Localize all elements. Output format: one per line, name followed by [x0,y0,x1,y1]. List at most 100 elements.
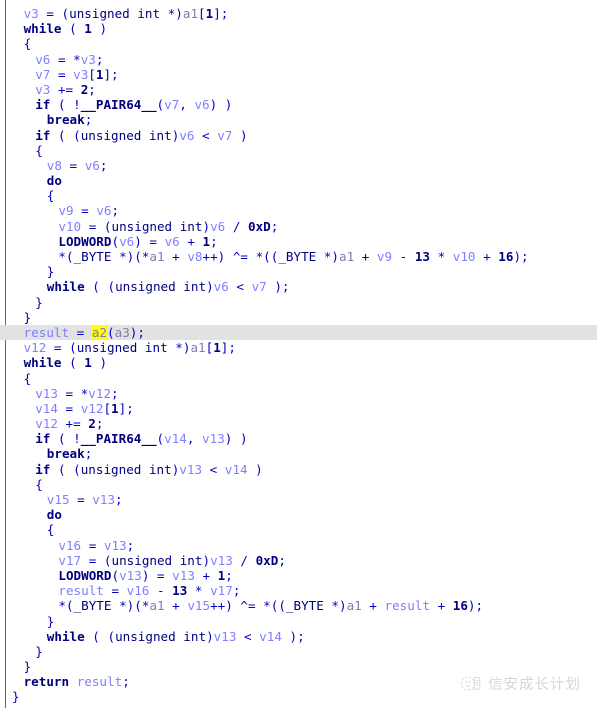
variable-token[interactable]: v13 [172,568,195,583]
type-token[interactable]: _BYTE [286,598,324,613]
code-line[interactable]: } [0,310,597,325]
code-line[interactable]: while ( 1 ) [0,21,597,36]
code-line[interactable]: v12 = (unsigned int *)a1[1]; [0,340,597,355]
variable-token[interactable]: v13 [202,431,225,446]
keyword-token[interactable]: return [24,674,70,689]
type-token[interactable]: unsigned int [115,629,206,644]
code-line[interactable]: v16 = v13; [0,538,597,553]
variable-token[interactable]: v13 [210,553,233,568]
variable-token[interactable]: v17 [210,583,233,598]
keyword-token[interactable]: break [47,112,85,127]
variable-token[interactable]: v15 [47,492,70,507]
code-line[interactable]: if ( !__PAIR64__(v14, v13) ) [0,431,597,446]
number-token[interactable]: 16 [453,598,468,613]
result-token[interactable]: result [77,674,123,689]
variable-token[interactable]: v6 [119,234,134,249]
number-token[interactable]: 0xD [256,553,279,568]
code-line[interactable]: { [0,143,597,158]
code-line[interactable]: while ( 1 ) [0,355,597,370]
variable-token[interactable]: v13 [104,538,127,553]
function-token[interactable]: LODWORD [58,234,111,249]
code-line[interactable]: do [0,173,597,188]
variable-token[interactable]: v12 [35,416,58,431]
variable-token[interactable]: v13 [179,462,202,477]
result-token[interactable]: result [58,583,104,598]
code-line[interactable]: if ( (unsigned int)v6 < v7 ) [0,128,597,143]
variable-token[interactable]: v16 [127,583,150,598]
number-token[interactable]: 0xD [248,219,271,234]
variable-token[interactable]: v13 [92,492,115,507]
variable-token[interactable]: v9 [58,203,73,218]
pseudocode-view[interactable]: v3 = (unsigned int *)a1[1]; while ( 1 ){v… [0,0,597,708]
argument-token[interactable]: a1 [190,340,205,355]
variable-token[interactable]: v6 [85,158,100,173]
code-line[interactable]: } [0,264,597,279]
code-line[interactable]: } [0,295,597,310]
function-token[interactable]: LODWORD [58,568,111,583]
code-line[interactable]: } [0,644,597,659]
code-line[interactable]: v7 = v3[1]; [0,67,597,82]
code-line[interactable]: if ( !__PAIR64__(v7, v6) ) [0,97,597,112]
variable-token[interactable]: v8 [187,249,202,264]
code-line[interactable]: v9 = v6; [0,203,597,218]
type-token[interactable]: unsigned int [81,462,172,477]
variable-token[interactable]: v6 [194,97,209,112]
number-token[interactable]: 13 [172,583,187,598]
code-line[interactable]: { [0,371,597,386]
keyword-token[interactable]: do [47,173,62,188]
code-line[interactable]: v12 += 2; [0,416,597,431]
variable-token[interactable]: v6 [210,219,225,234]
code-line-highlighted[interactable]: result = a2(a3); [0,324,597,341]
keyword-token[interactable]: while [24,21,62,36]
code-line[interactable]: { [0,188,597,203]
type-token[interactable]: _BYTE [278,249,316,264]
variable-token[interactable]: v12 [24,340,47,355]
variable-token[interactable]: v6 [96,203,111,218]
number-token[interactable]: 1 [84,355,92,370]
type-token[interactable]: unsigned int [77,340,168,355]
keyword-token[interactable]: break [47,446,85,461]
variable-token[interactable]: v13 [214,629,237,644]
number-token[interactable]: 16 [498,249,513,264]
variable-token[interactable]: v7 [217,128,232,143]
variable-token[interactable]: v3 [35,82,50,97]
variable-token[interactable]: v3 [24,6,39,21]
variable-token[interactable]: v6 [35,52,50,67]
code-line[interactable]: while ( (unsigned int)v13 < v14 ); [0,629,597,644]
number-token[interactable]: 1 [111,401,119,416]
type-token[interactable]: _BYTE [74,598,112,613]
code-line[interactable]: v14 = v12[1]; [0,401,597,416]
code-line[interactable]: while ( (unsigned int)v6 < v7 ); [0,279,597,294]
code-line[interactable]: do [0,507,597,522]
keyword-token[interactable]: if [35,97,50,112]
code-line[interactable]: v15 = v13; [0,492,597,507]
code-line[interactable]: break; [0,112,597,127]
variable-token[interactable]: v14 [225,462,248,477]
code-line[interactable]: LODWORD(v6) = v6 + 1; [0,234,597,249]
code-line[interactable]: *(_BYTE *)(*a1 + v15++) ^= *((_BYTE *)a1… [0,598,597,613]
variable-token[interactable]: v15 [187,598,210,613]
code-line[interactable]: v3 = (unsigned int *)a1[1]; [0,6,597,21]
code-line[interactable]: { [0,522,597,537]
argument-token[interactable]: a1 [183,6,198,21]
number-token[interactable]: 1 [203,234,211,249]
code-listing[interactable]: v3 = (unsigned int *)a1[1]; while ( 1 ){v… [0,6,597,705]
variable-token[interactable]: v7 [252,279,267,294]
variable-token[interactable]: v3 [73,67,88,82]
result-token[interactable]: result [385,598,431,613]
code-line[interactable]: v17 = (unsigned int)v13 / 0xD; [0,553,597,568]
argument-token[interactable]: a1 [149,249,164,264]
keyword-token[interactable]: do [47,507,62,522]
variable-token[interactable]: v9 [377,249,392,264]
variable-token[interactable]: v6 [165,234,180,249]
code-line[interactable]: v6 = *v3; [0,52,597,67]
variable-token[interactable]: v6 [214,279,229,294]
code-line[interactable]: { [0,36,597,51]
code-line[interactable]: v8 = v6; [0,158,597,173]
variable-token[interactable]: v10 [453,249,476,264]
variable-token[interactable]: v10 [58,219,81,234]
keyword-token[interactable]: while [47,279,85,294]
type-token[interactable]: unsigned int [81,128,172,143]
number-token[interactable]: 13 [415,249,430,264]
type-token[interactable]: unsigned int [115,279,206,294]
